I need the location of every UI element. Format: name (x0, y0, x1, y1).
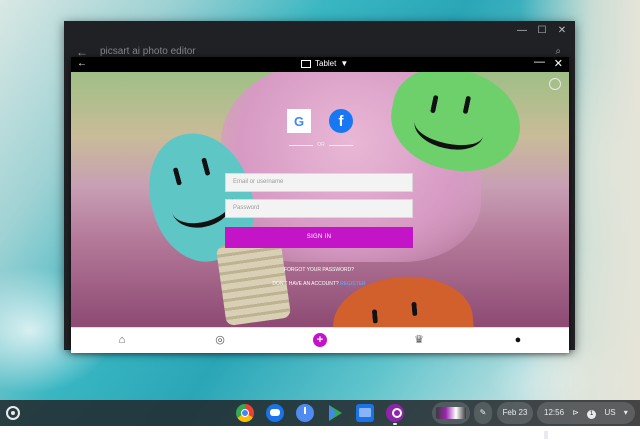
chrome-icon[interactable] (236, 404, 254, 422)
password-field[interactable]: Password (225, 199, 413, 218)
resize-mode-label: Tablet (315, 59, 337, 68)
date-label: Feb 23 (502, 408, 528, 417)
screen-capture-icon: ⊳ (572, 408, 579, 417)
notification-count: 1 (587, 410, 597, 419)
locale-label: US (604, 408, 616, 417)
shelf: ✎ Feb 23 12:56 ⊳ 1 US ▾ (0, 400, 640, 439)
battery-icon (544, 430, 548, 439)
maximize-button[interactable]: ☐ (535, 24, 549, 38)
settings-icon[interactable] (549, 78, 561, 90)
launcher-button[interactable] (6, 406, 20, 420)
trophy-icon[interactable]: ♛ (411, 332, 427, 348)
forgot-password-link[interactable]: FORGOT YOUR PASSWORD? (225, 267, 413, 273)
or-divider: OR (289, 142, 353, 148)
minimize-button[interactable]: — (515, 24, 529, 38)
register-prompt: DON'T HAVE AN ACCOUNT? REGISTER (225, 281, 413, 287)
explore-icon[interactable]: ◎ (212, 332, 228, 348)
stylus-tools-button[interactable]: ✎ (474, 402, 492, 424)
resize-mode-dropdown[interactable]: Tablet ▼ (301, 59, 348, 68)
chevron-down-icon: ▼ (340, 59, 349, 68)
profile-icon[interactable]: ● (510, 332, 526, 348)
google-icon: G (293, 113, 305, 129)
picsart-app-window: ← Tablet ▼ — ✕ G f OR Email or username … (71, 56, 569, 353)
email-field[interactable]: Email or username (225, 173, 413, 192)
pen-icon: ✎ (479, 408, 487, 417)
clock-icon[interactable] (296, 404, 314, 422)
bottom-navigation: ⌂ ◎ + ♛ ● (71, 327, 569, 353)
outer-window-title: picsart ai photo editor (100, 46, 196, 57)
messages-icon[interactable] (266, 404, 284, 422)
close-button[interactable]: ✕ (554, 57, 563, 70)
app-caption-bar: ← Tablet ▼ — ✕ (71, 56, 569, 72)
play-store-icon[interactable] (326, 404, 344, 422)
or-label: OR (317, 142, 325, 148)
home-icon[interactable]: ⌂ (114, 332, 130, 348)
login-screen: G f OR Email or username Password SIGN I… (71, 72, 569, 327)
minimize-button[interactable]: — (534, 56, 545, 68)
picsart-icon[interactable] (386, 404, 404, 422)
google-login-button[interactable]: G (287, 109, 311, 133)
holding-space-tray[interactable] (432, 402, 470, 424)
outer-titlebar: — ☐ ✕ (64, 21, 575, 41)
facebook-icon: f (329, 109, 353, 133)
facebook-login-button[interactable]: f (329, 109, 353, 133)
no-account-label: DON'T HAVE AN ACCOUNT? (272, 281, 339, 287)
date-tray[interactable]: Feb 23 (497, 402, 533, 424)
time-label: 12:56 (544, 408, 565, 417)
wifi-icon: ▾ (623, 408, 628, 417)
search-icon[interactable]: ⌕ (555, 46, 561, 57)
close-button[interactable]: ✕ (555, 24, 569, 38)
active-app-indicator (393, 423, 397, 425)
orange-smiley-art (329, 271, 477, 327)
register-link[interactable]: REGISTER (340, 281, 366, 287)
back-arrow-icon[interactable]: ← (77, 58, 87, 69)
tablet-icon (301, 59, 311, 68)
status-tray[interactable]: 12:56 ⊳ 1 US ▾ (537, 402, 635, 439)
sign-in-button[interactable]: SIGN IN (225, 227, 413, 248)
create-plus-button[interactable]: + (313, 333, 327, 347)
files-icon[interactable] (356, 404, 374, 422)
